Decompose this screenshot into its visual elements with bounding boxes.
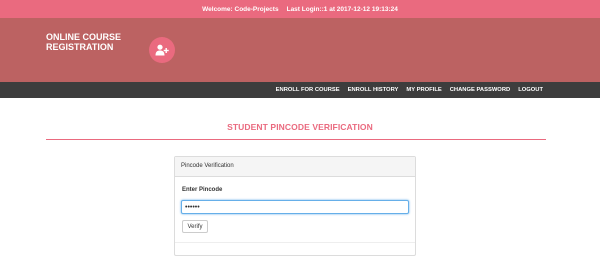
site-header: ONLINE COURSE REGISTRATION (0, 18, 600, 82)
verify-button[interactable]: Verify (182, 220, 208, 233)
nav-menu: ENROLL FOR COURSE ENROLL HISTORY MY PROF… (268, 82, 543, 98)
pincode-panel: Pincode Verification Enter Pincode Verif… (174, 156, 416, 256)
nav-enroll-for-course[interactable]: ENROLL FOR COURSE (276, 87, 340, 93)
main-navbar: ENROLL FOR COURSE ENROLL HISTORY MY PROF… (0, 82, 600, 98)
nav-logout[interactable]: LOGOUT (518, 87, 543, 93)
panel-heading: Pincode Verification (175, 157, 415, 177)
title-divider (46, 139, 546, 140)
pincode-label: Enter Pincode (182, 187, 223, 193)
brand-line-2: REGISTRATION (46, 42, 114, 52)
pincode-input[interactable] (181, 200, 409, 214)
panel-separator (175, 242, 415, 243)
brand-line-1: ONLINE COURSE (46, 32, 122, 42)
nav-enroll-history[interactable]: ENROLL HISTORY (348, 87, 399, 93)
user-plus-icon (149, 37, 175, 63)
nav-change-password[interactable]: CHANGE PASSWORD (450, 87, 510, 93)
site-brand[interactable]: ONLINE COURSE REGISTRATION (46, 32, 121, 52)
page-title: STUDENT PINCODE VERIFICATION (227, 122, 373, 132)
last-login-text: Last Login::1 at 2017-12-12 19:13:24 (286, 5, 398, 13)
welcome-text: Welcome: Code-Projects (202, 5, 279, 13)
nav-my-profile[interactable]: MY PROFILE (406, 87, 441, 93)
top-info-bar: Welcome: Code-Projects Last Login::1 at … (0, 0, 600, 18)
